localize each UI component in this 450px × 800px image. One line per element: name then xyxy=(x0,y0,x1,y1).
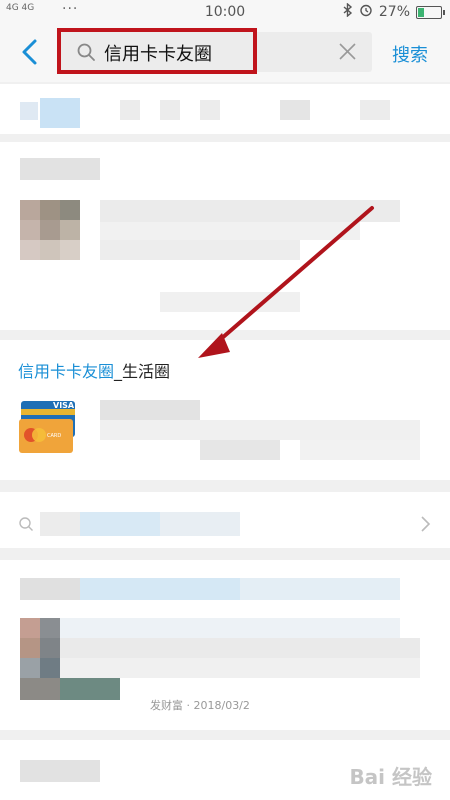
blurred-content xyxy=(60,638,420,658)
blurred-content xyxy=(40,512,80,536)
blurred-thumbnail xyxy=(40,240,60,260)
blurred-content xyxy=(160,100,180,120)
svg-text:CARD: CARD xyxy=(47,433,61,439)
bluetooth-icon xyxy=(343,2,353,21)
blurred-thumbnail xyxy=(20,220,40,240)
circle-title[interactable]: 信用卡卡友圈_生活圈 xyxy=(18,358,170,382)
blurred-content xyxy=(60,618,400,638)
blurred-thumbnail xyxy=(20,658,40,678)
blurred-content xyxy=(100,200,400,222)
blurred-thumbnail xyxy=(40,638,60,658)
blurred-content xyxy=(80,578,240,600)
status-right-group: 27% xyxy=(343,2,445,21)
chevron-right-icon[interactable] xyxy=(420,515,432,533)
blurred-content xyxy=(200,440,280,460)
blurred-content xyxy=(160,512,240,536)
blurred-thumbnail xyxy=(20,618,40,638)
blurred-content xyxy=(20,102,38,120)
watermark-logo: Bai 经验 xyxy=(349,765,432,789)
battery-fill xyxy=(418,7,424,17)
blurred-content xyxy=(200,100,220,120)
blurred-content xyxy=(80,512,160,536)
blurred-thumbnail xyxy=(40,658,60,678)
blurred-thumbnail xyxy=(20,678,60,700)
blurred-thumbnail xyxy=(60,220,80,240)
svg-text:VISA: VISA xyxy=(53,401,75,410)
result-card[interactable] xyxy=(0,142,450,330)
blurred-content xyxy=(100,222,360,240)
credit-card-image: VISA CARD xyxy=(19,401,75,453)
blurred-content xyxy=(120,100,140,120)
blurred-content xyxy=(40,98,80,128)
search-button[interactable]: 搜索 xyxy=(392,41,428,67)
blurred-content xyxy=(240,578,400,600)
blurred-thumbnail xyxy=(60,200,80,220)
circle-title-highlight: 信用卡卡友圈 xyxy=(18,362,115,381)
blurred-thumbnail xyxy=(60,240,80,260)
clear-icon[interactable] xyxy=(339,43,356,60)
battery-percent: 27% xyxy=(378,4,410,20)
blurred-content xyxy=(160,292,300,312)
blurred-content xyxy=(100,240,300,260)
circle-title-suffix: _生活圈 xyxy=(114,362,171,381)
blurred-content xyxy=(280,100,310,120)
blurred-content xyxy=(360,100,390,120)
blurred-thumbnail xyxy=(20,240,40,260)
blurred-thumbnail xyxy=(60,678,120,700)
blurred-thumbnail xyxy=(40,618,60,638)
blurred-content xyxy=(20,578,80,600)
annotation-highlight-box xyxy=(57,28,257,74)
blurred-content xyxy=(60,658,420,678)
result-row[interactable] xyxy=(0,84,450,134)
blurred-thumbnail xyxy=(20,200,40,220)
status-bar: 4G 4G ··· 10:00 27% xyxy=(0,0,450,24)
blurred-content xyxy=(100,420,420,440)
search-icon xyxy=(19,517,33,531)
blurred-content xyxy=(20,760,100,782)
blurred-thumbnail xyxy=(20,638,40,658)
back-arrow-icon[interactable] xyxy=(18,38,42,66)
result-date: 发财富 · 2018/03/2 xyxy=(150,699,250,712)
blurred-content xyxy=(20,158,100,180)
blurred-thumbnail xyxy=(40,220,60,240)
alarm-icon xyxy=(359,3,373,21)
blurred-content xyxy=(300,440,420,460)
battery-icon xyxy=(416,5,445,19)
blurred-content xyxy=(100,400,200,420)
blurred-thumbnail xyxy=(40,200,60,220)
